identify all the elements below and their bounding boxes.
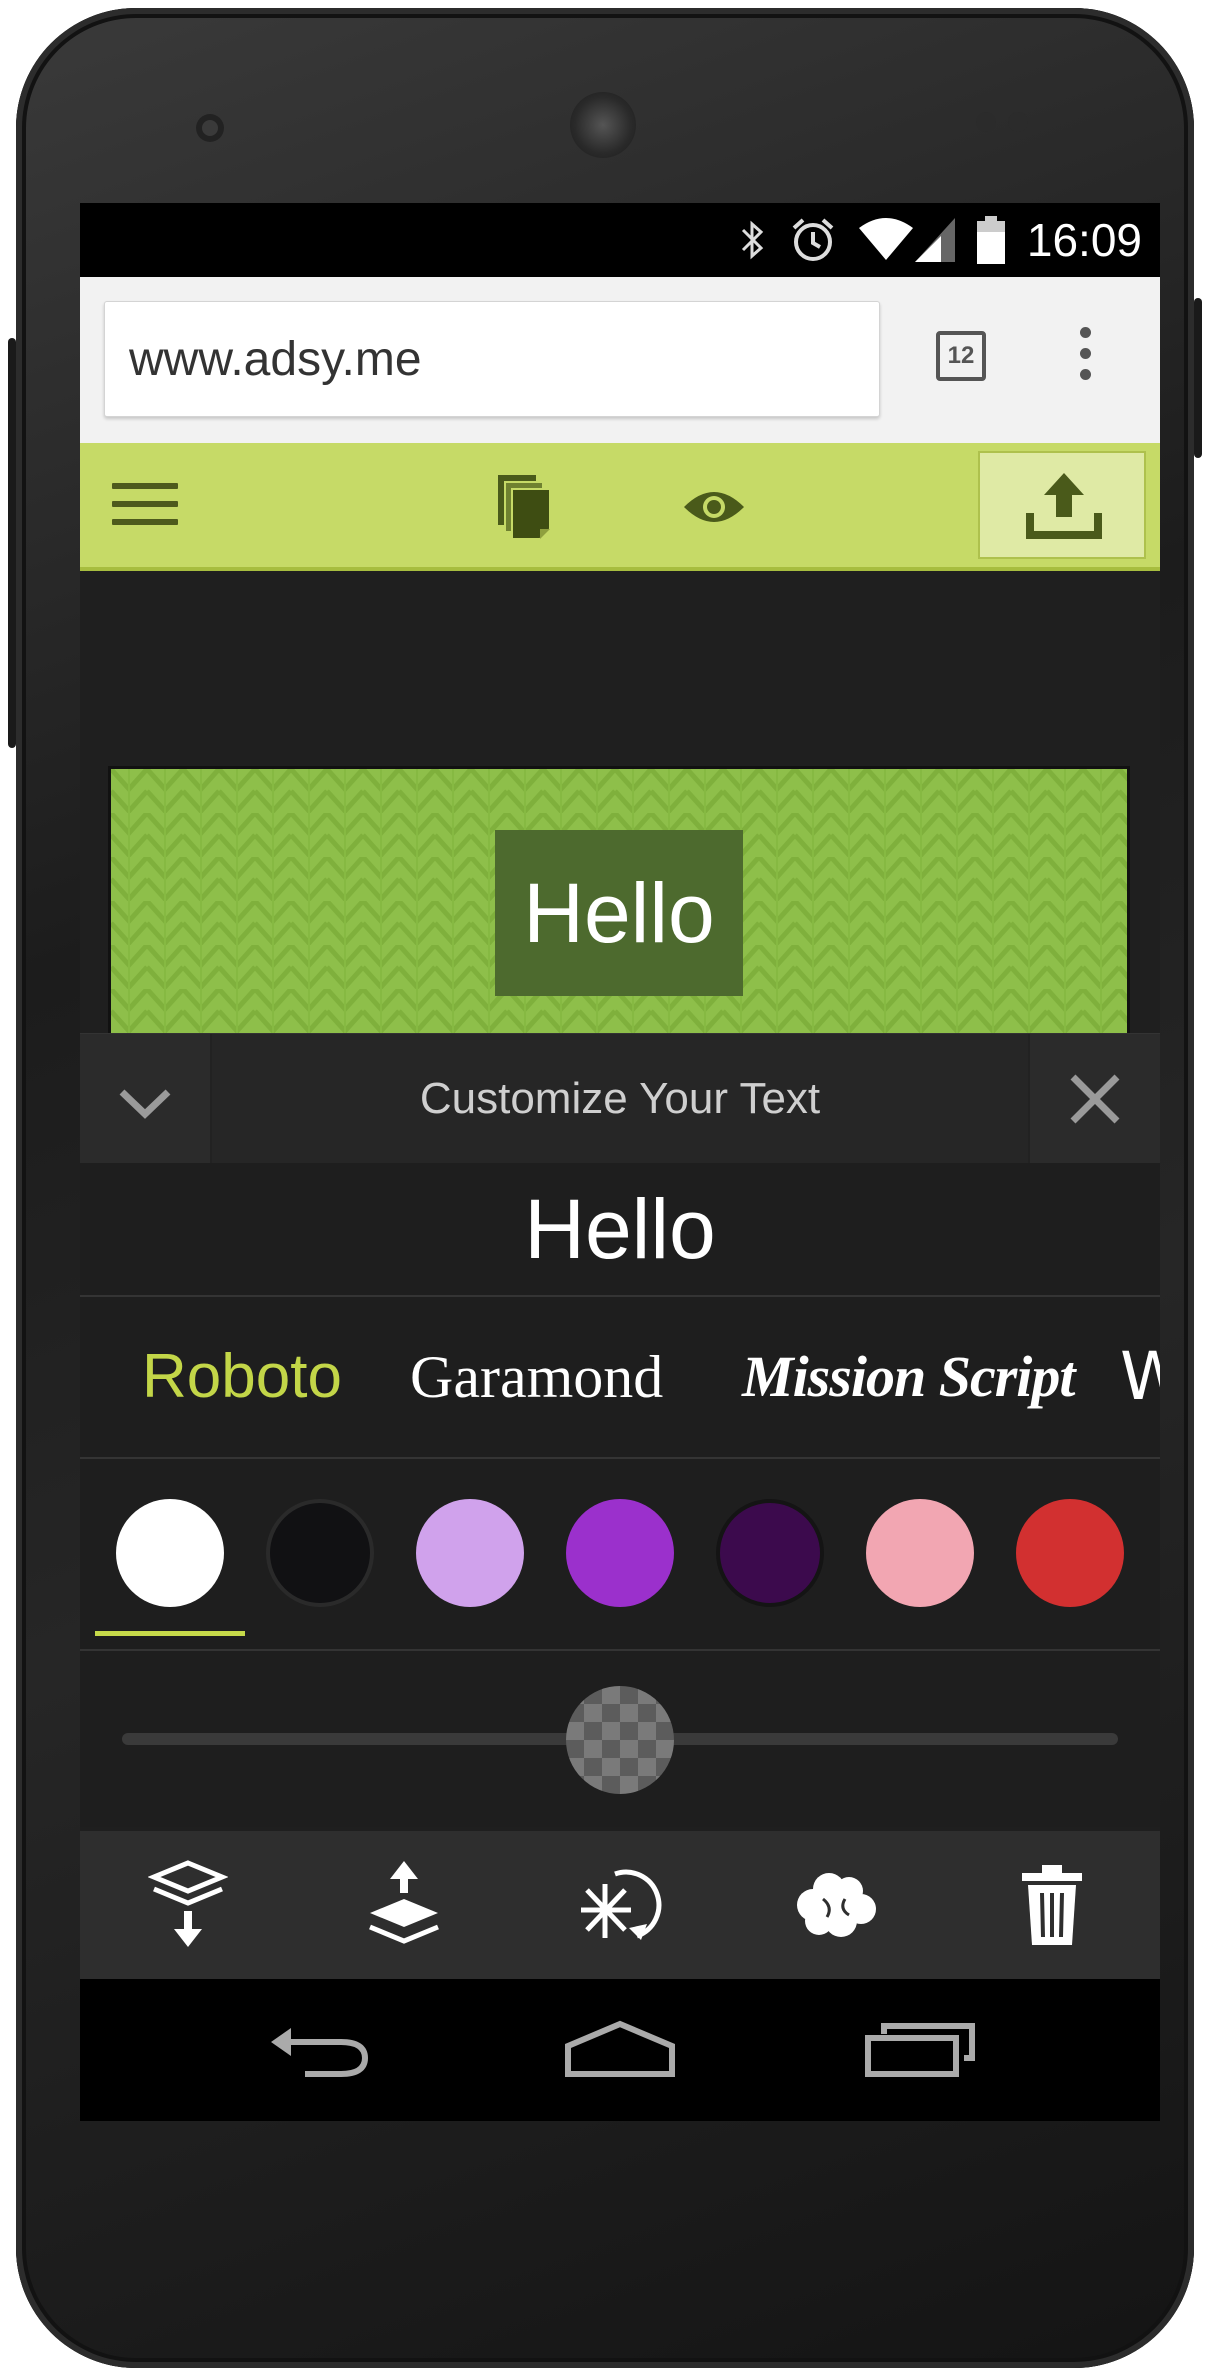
app-toolbar xyxy=(80,443,1160,571)
ad-banner-canvas[interactable]: Hello xyxy=(108,766,1130,1036)
customize-panel-header: Customize Your Text xyxy=(80,1033,1160,1164)
color-swatch-purple[interactable] xyxy=(566,1499,674,1607)
pages-icon[interactable] xyxy=(494,471,554,543)
power-button xyxy=(8,338,16,748)
upload-button[interactable] xyxy=(978,451,1146,559)
screen: 16:09 www.adsy.me 12 Hello Customize You… xyxy=(80,203,1160,2121)
bring-forward-icon xyxy=(369,1861,439,1944)
send-backward-button[interactable] xyxy=(80,1831,296,1979)
overflow-menu-icon[interactable] xyxy=(1080,327,1092,387)
phone-frame: 16:09 www.adsy.me 12 Hello Customize You… xyxy=(8,8,1202,2368)
delete-button[interactable] xyxy=(944,1831,1160,1979)
layer-actions-bar xyxy=(80,1831,1160,1979)
delete-trash-icon xyxy=(1022,1865,1082,1945)
light-sensor xyxy=(1008,112,1028,132)
color-swatch-lavender[interactable] xyxy=(416,1499,524,1607)
status-bar: 16:09 xyxy=(80,203,1160,277)
alarm-icon xyxy=(789,216,837,264)
tab-switcher-button[interactable]: 12 xyxy=(936,331,986,381)
opacity-slider-thumb[interactable] xyxy=(566,1686,674,1794)
close-icon xyxy=(1070,1074,1120,1124)
battery-icon xyxy=(976,216,1005,264)
wifi-icon xyxy=(858,218,913,262)
color-swatch-dark-purple[interactable] xyxy=(716,1499,824,1607)
chevron-down-icon xyxy=(119,1089,171,1119)
front-camera xyxy=(196,114,224,142)
banner-text-element[interactable]: Hello xyxy=(495,830,743,996)
font-option-garamond[interactable]: Garamond xyxy=(410,1297,663,1457)
opacity-slider-row xyxy=(80,1651,1160,1827)
font-option-roboto[interactable]: Roboto xyxy=(142,1297,342,1457)
color-picker xyxy=(80,1459,1160,1651)
recents-icon xyxy=(865,2023,975,2077)
effects-rotate-icon xyxy=(581,1869,662,1940)
font-picker: Roboto Garamond Mission Script W xyxy=(80,1297,1160,1459)
back-icon xyxy=(271,2028,369,2077)
color-swatch-black[interactable] xyxy=(266,1499,374,1607)
back-button[interactable] xyxy=(220,1979,420,2121)
system-nav-bar xyxy=(80,1979,1160,2121)
status-time: 16:09 xyxy=(1026,214,1142,266)
recents-button[interactable] xyxy=(820,1979,1020,2121)
earpiece-speaker xyxy=(570,92,636,158)
panel-title: Customize Your Text xyxy=(419,1074,821,1123)
color-swatch-red[interactable] xyxy=(1016,1499,1124,1607)
font-option-mission-script[interactable]: Mission Script xyxy=(742,1297,1075,1457)
preview-eye-icon[interactable] xyxy=(682,485,746,529)
effects-button[interactable] xyxy=(512,1831,728,1979)
url-field[interactable]: www.adsy.me xyxy=(104,301,880,417)
volume-button xyxy=(1194,298,1202,458)
home-button[interactable] xyxy=(520,1979,720,2121)
text-input[interactable]: Hello xyxy=(80,1163,1160,1297)
hamburger-menu-icon[interactable] xyxy=(112,483,178,529)
bring-forward-button[interactable] xyxy=(296,1831,512,1979)
shape-button[interactable] xyxy=(728,1831,944,1979)
send-backward-icon xyxy=(148,1860,228,1947)
signal-icon xyxy=(914,218,955,262)
proximity-sensor xyxy=(976,112,996,132)
selected-color-indicator xyxy=(95,1631,245,1636)
color-swatch-pink[interactable] xyxy=(866,1499,974,1607)
home-icon xyxy=(565,2020,675,2077)
close-panel-button[interactable] xyxy=(1028,1034,1160,1164)
upload-icon xyxy=(1026,473,1102,539)
color-swatch-white[interactable] xyxy=(116,1499,224,1607)
font-option-partial[interactable]: W xyxy=(1120,1297,1160,1457)
bluetooth-icon xyxy=(739,216,767,264)
collapse-panel-button[interactable] xyxy=(80,1034,212,1164)
shape-cloud-icon xyxy=(797,1873,876,1937)
browser-toolbar: www.adsy.me 12 xyxy=(80,277,1160,443)
